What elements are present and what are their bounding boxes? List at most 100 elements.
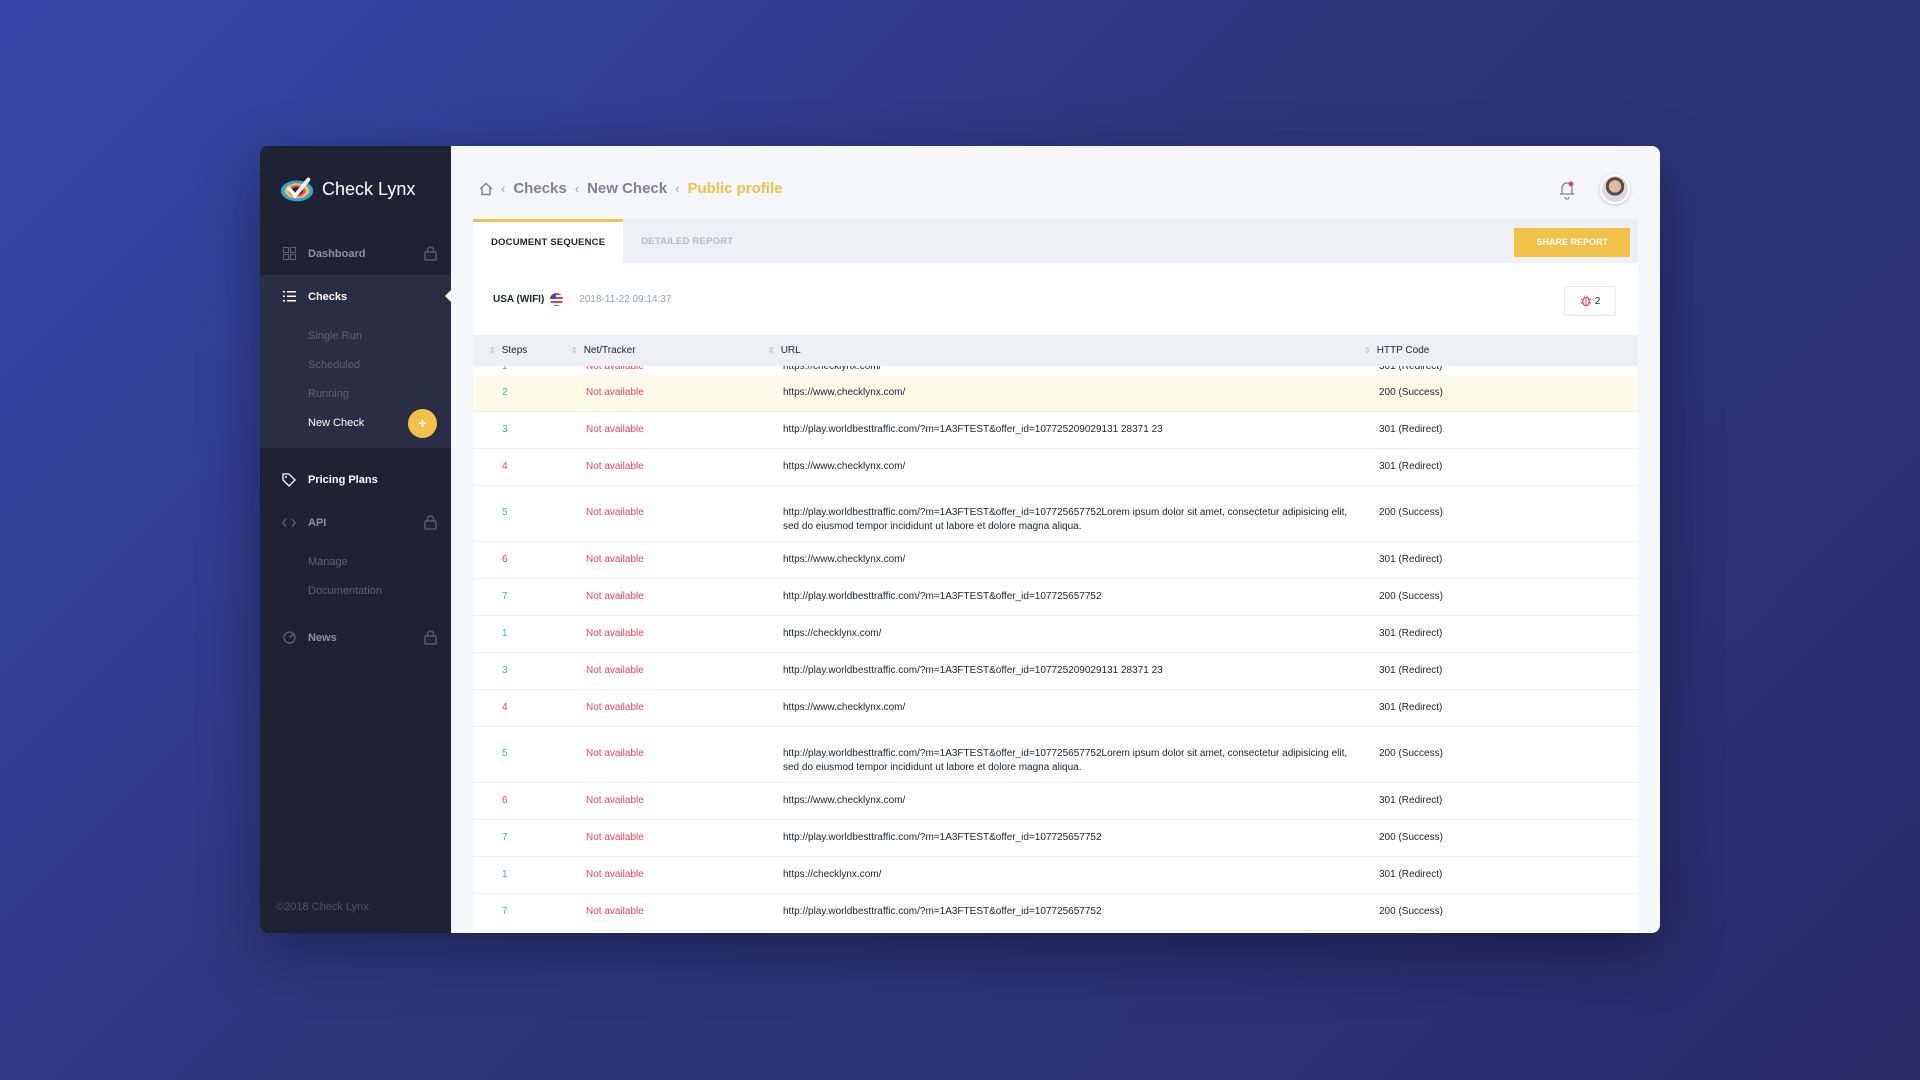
dashboard-icon xyxy=(282,247,296,261)
sidebar-item-checks[interactable]: Checks xyxy=(260,275,451,318)
main-content: ‹ Checks ‹ New Check ‹ Public profile DO… xyxy=(451,146,1660,933)
notification-bell-icon[interactable] xyxy=(1558,180,1576,200)
cell-url: https://www.checklynx.com/ xyxy=(783,387,906,398)
check-info: USA (WIFI) 2018-11-22 09:14:37 2 xyxy=(473,263,1638,335)
sidebar-subitem-new-check[interactable]: New Check + xyxy=(260,409,451,438)
table-row[interactable]: 3 Not available http://play.worldbesttraff… xyxy=(473,412,1638,449)
cell-net-tracker: Not available xyxy=(586,591,644,602)
cell-net-tracker: Not available xyxy=(586,906,644,917)
app-name: Check Lynx xyxy=(322,178,416,199)
cell-step: 5 xyxy=(502,507,508,518)
table-row[interactable]: 5 Not available http://play.worldbesttraff… xyxy=(473,727,1638,783)
sort-icon: ⇕ xyxy=(768,346,775,355)
cell-url: http://play.worldbesttraffic.com/?m=1A3F… xyxy=(783,665,1163,676)
column-header-net-tracker[interactable]: ⇕ Net/Tracker xyxy=(571,345,636,356)
cell-http-code: 200 (Success) xyxy=(1379,591,1443,602)
cell-net-tracker: Not available xyxy=(586,507,644,518)
column-header-steps[interactable]: ⇕ Steps xyxy=(489,345,527,356)
cell-step: 7 xyxy=(502,591,508,602)
bug-count-badge[interactable]: 2 xyxy=(1564,286,1616,316)
cell-url: https://checklynx.com/ xyxy=(783,628,882,639)
cell-step: 1 xyxy=(502,366,508,372)
cell-url: http://play.worldbesttraffic.com/?m=1A3F… xyxy=(783,591,1102,602)
sidebar-item-dashboard[interactable]: Dashboard xyxy=(260,232,451,275)
cell-net-tracker: Not available xyxy=(586,832,644,843)
cell-http-code: 200 (Success) xyxy=(1379,507,1443,518)
table-row[interactable]: 3 Not available http://play.worldbesttraff… xyxy=(473,653,1638,690)
cell-net-tracker: Not available xyxy=(586,748,644,759)
cell-url: https://www.checklynx.com/ xyxy=(783,702,906,713)
breadcrumb-current: Public profile xyxy=(687,180,783,197)
sidebar-item-label: Pricing Plans xyxy=(308,473,378,486)
cell-step: 6 xyxy=(502,554,508,565)
table-row[interactable]: 1 Not available https://checklynx.com/301 … xyxy=(473,857,1638,894)
cell-step: 4 xyxy=(502,461,508,472)
breadcrumb-checks[interactable]: Checks xyxy=(513,180,566,197)
table-row[interactable]: 7 Not available http://play.worldbesttraff… xyxy=(473,894,1638,931)
cell-http-code: 200 (Success) xyxy=(1379,906,1443,917)
cell-http-code: 301 (Redirect) xyxy=(1379,702,1443,713)
cell-http-code: 301 (Redirect) xyxy=(1379,628,1443,639)
table-row[interactable]: 1 Not available https://checklynx.com/301 … xyxy=(473,616,1638,653)
new-check-button[interactable]: + xyxy=(408,409,437,438)
user-avatar[interactable] xyxy=(1600,174,1630,204)
chevron-left-icon: ‹ xyxy=(675,181,680,196)
sidebar-item-api[interactable]: API xyxy=(260,501,451,544)
cell-http-code: 301 (Redirect) xyxy=(1379,554,1443,565)
table-row[interactable]: 4 Not available https://www.checklynx.com/… xyxy=(473,690,1638,727)
app-logo[interactable]: Check Lynx xyxy=(260,146,451,232)
sidebar-subitem-documentation[interactable]: Documentation xyxy=(260,577,451,606)
sort-icon: ⇕ xyxy=(1364,346,1371,355)
report-panel: DOCUMENT SEQUENCE DETAILED REPORT SHARE … xyxy=(473,219,1638,933)
table-row[interactable]: 1 Not available https://checklynx.com/ 3… xyxy=(473,366,1638,375)
home-icon[interactable] xyxy=(479,182,493,196)
cell-step: 2 xyxy=(502,387,508,398)
breadcrumb-new-check[interactable]: New Check xyxy=(587,180,667,197)
api-submenu: Manage Documentation xyxy=(260,544,451,616)
table-header: ⇕ Steps ⇕ Net/Tracker ⇕ URL ⇕ HTTP Code xyxy=(473,335,1638,366)
cell-step: 3 xyxy=(502,665,508,676)
table-row[interactable]: 4 Not available https://www.checklynx.com/… xyxy=(473,449,1638,486)
cell-url: https://checklynx.com/ xyxy=(783,869,882,880)
column-header-url[interactable]: ⇕ URL xyxy=(768,345,801,356)
cell-url: http://play.worldbesttraffic.com/?m=1A3F… xyxy=(783,748,1348,773)
column-header-label: URL xyxy=(780,345,801,356)
sidebar: Check Lynx Dashboard Checks Single Run S… xyxy=(260,146,451,933)
cell-http-code: 200 (Success) xyxy=(1379,832,1443,843)
table-row[interactable]: 7 Not available http://play.worldbesttraff… xyxy=(473,579,1638,616)
us-flag-icon xyxy=(550,292,564,306)
sidebar-item-pricing-plans[interactable]: Pricing Plans xyxy=(260,458,451,501)
bug-icon xyxy=(1580,296,1591,307)
cell-net-tracker: Not available xyxy=(586,424,644,435)
chevron-left-icon: ‹ xyxy=(501,181,506,196)
cell-url: http://play.worldbesttraffic.com/?m=1A3F… xyxy=(783,507,1348,532)
sidebar-subitem-scheduled[interactable]: Scheduled xyxy=(260,351,451,380)
sidebar-item-news[interactable]: News xyxy=(260,616,451,659)
tab-document-sequence[interactable]: DOCUMENT SEQUENCE xyxy=(473,219,624,263)
cell-net-tracker: Not available xyxy=(586,702,644,713)
news-icon xyxy=(282,631,296,645)
sort-icon: ⇕ xyxy=(489,346,496,355)
tab-detailed-report[interactable]: DETAILED REPORT xyxy=(623,219,751,263)
check-timestamp: 2018-11-22 09:14:37 xyxy=(579,293,672,305)
sidebar-item-label: API xyxy=(308,516,327,529)
sidebar-subitem-label: New Check xyxy=(308,417,365,429)
cell-net-tracker: Not available xyxy=(586,387,644,398)
cell-step: 1 xyxy=(502,869,508,880)
share-report-button[interactable]: SHARE REPORT xyxy=(1514,228,1630,257)
sidebar-subitem-manage[interactable]: Manage xyxy=(260,548,451,577)
column-header-label: Net/Tracker xyxy=(583,345,636,356)
table-row[interactable]: 2 Not available https://www.checklynx.com/… xyxy=(473,375,1638,412)
sidebar-subitem-running[interactable]: Running xyxy=(260,380,451,409)
table-body: 2 Not available https://www.checklynx.com/… xyxy=(473,375,1638,933)
cell-http-code: 200 (Success) xyxy=(1379,748,1443,759)
sidebar-subitem-single-run[interactable]: Single Run xyxy=(260,322,451,351)
cell-step: 5 xyxy=(502,748,508,759)
cell-http-code: 200 (Success) xyxy=(1379,387,1443,398)
cell-net-tracker: Not available xyxy=(586,461,644,472)
table-row[interactable]: 6 Not available https://www.checklynx.com/… xyxy=(473,542,1638,579)
column-header-http-code[interactable]: ⇕ HTTP Code xyxy=(1364,345,1429,356)
table-row[interactable]: 5 Not available http://play.worldbesttraff… xyxy=(473,486,1638,542)
table-row[interactable]: 6 Not available https://www.checklynx.com/… xyxy=(473,783,1638,820)
table-row[interactable]: 7 Not available http://play.worldbesttraff… xyxy=(473,820,1638,857)
